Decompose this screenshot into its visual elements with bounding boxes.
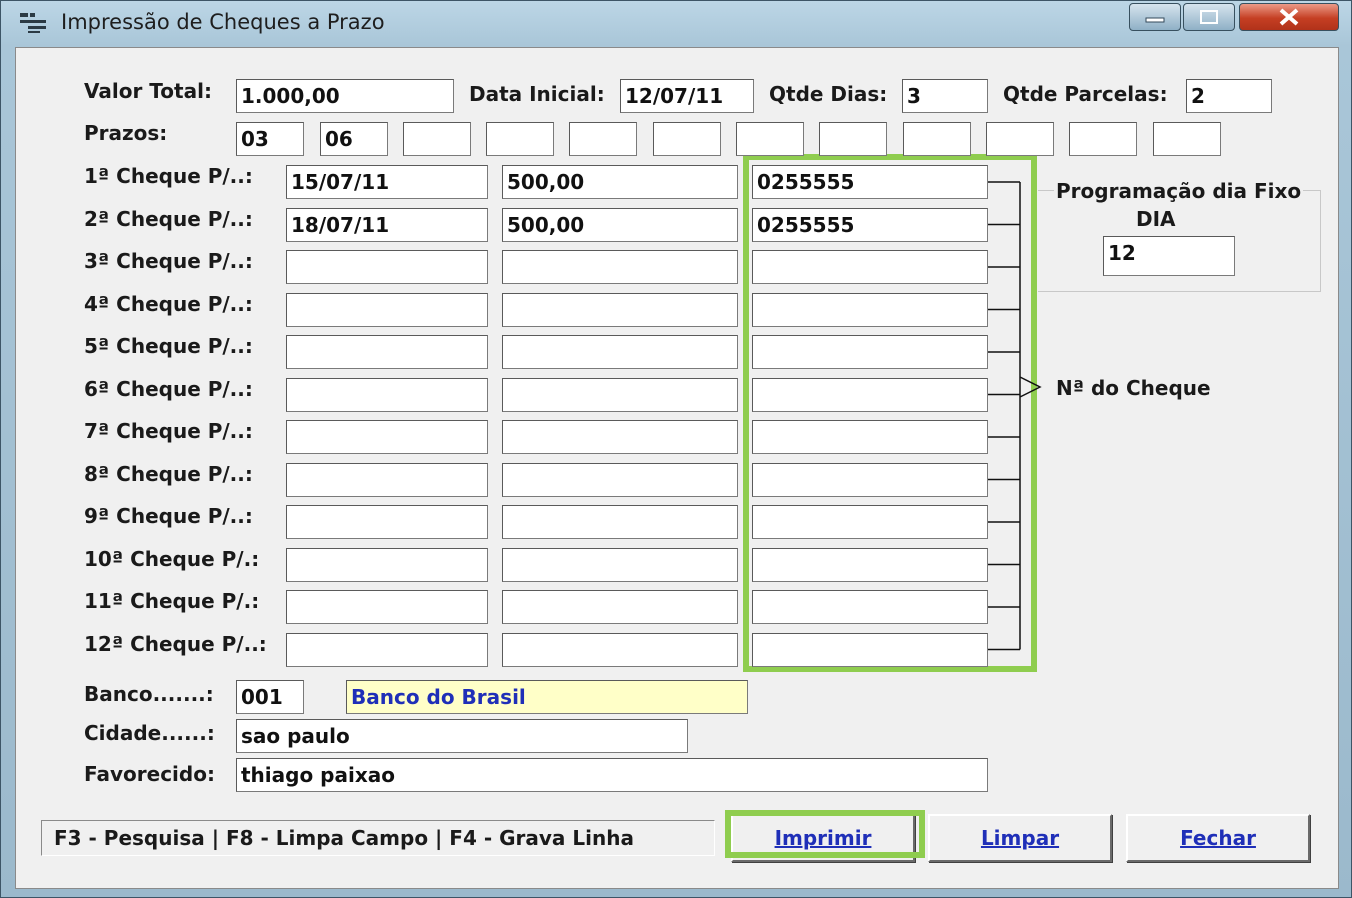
cheque-date-field[interactable] xyxy=(286,462,488,497)
data-inicial-field[interactable]: 12/07/11 xyxy=(620,79,754,113)
favorecido-label: Favorecido: xyxy=(84,762,215,786)
cheque-value-field[interactable] xyxy=(502,335,738,369)
maximize-button[interactable] xyxy=(1183,3,1235,31)
data-inicial-label: Data Inicial: xyxy=(469,82,605,106)
cheque-value-field[interactable]: 500,00 xyxy=(502,207,738,242)
shortcut-status-panel: F3 - Pesquisa | F8 - Limpa Campo | F4 - … xyxy=(41,820,715,856)
cheque-label: 8ª Cheque P/..: xyxy=(84,461,253,486)
cheque-label: 4ª Cheque P/..: xyxy=(84,291,253,316)
cheque-date-field[interactable]: 15/07/11 xyxy=(286,165,488,199)
cheque-number-field[interactable] xyxy=(752,250,988,284)
prazo-field[interactable] xyxy=(819,122,887,156)
valor-total-label: Valor Total: xyxy=(84,79,212,103)
prazo-field[interactable] xyxy=(986,122,1054,156)
cheque-number-field[interactable] xyxy=(752,292,988,327)
cheque-value-field[interactable] xyxy=(502,547,738,582)
dia-field[interactable]: 12 xyxy=(1103,236,1235,276)
cheque-date-field[interactable] xyxy=(286,420,488,454)
cheque-label: 3ª Cheque P/..: xyxy=(84,249,253,273)
cheque-number-field[interactable] xyxy=(752,590,988,624)
cheque-label: 10ª Cheque P/.: xyxy=(84,546,260,571)
prazo-field[interactable]: 06 xyxy=(320,122,388,156)
cheque-date-field[interactable] xyxy=(286,335,488,369)
title-bar[interactable]: Impressão de Cheques a Prazo xyxy=(1,1,1351,47)
cheque-label: 2ª Cheque P/..: xyxy=(84,206,253,231)
cheque-date-field[interactable]: 18/07/11 xyxy=(286,207,488,242)
minimize-button[interactable] xyxy=(1129,3,1181,31)
cheque-value-field[interactable] xyxy=(502,462,738,497)
cheque-number-field[interactable] xyxy=(752,377,988,412)
imprimir-highlight xyxy=(725,810,925,858)
cheque-label: 7ª Cheque P/..: xyxy=(84,419,253,443)
prazo-field[interactable] xyxy=(486,122,554,156)
cheque-value-field[interactable] xyxy=(502,420,738,454)
cheque-date-field[interactable] xyxy=(286,632,488,667)
programacao-title: Programação dia Fixo xyxy=(1054,178,1304,204)
cheque-number-field[interactable] xyxy=(752,335,988,369)
cheque-date-field[interactable] xyxy=(286,377,488,412)
cheque-label: 11ª Cheque P/.: xyxy=(84,589,260,613)
maximize-icon xyxy=(1200,10,1218,24)
cheque-label: 5ª Cheque P/..: xyxy=(84,334,253,358)
cheque-date-field[interactable] xyxy=(286,590,488,624)
cheque-date-field[interactable] xyxy=(286,547,488,582)
window-title: Impressão de Cheques a Prazo xyxy=(61,10,385,34)
qtde-parcelas-field[interactable]: 2 xyxy=(1186,79,1272,113)
qtde-dias-field[interactable]: 3 xyxy=(902,79,988,113)
prazo-field[interactable] xyxy=(403,122,471,156)
cheque-value-field[interactable] xyxy=(502,292,738,327)
limpar-button[interactable]: Limpar xyxy=(928,814,1112,862)
numero-cheque-label: Nª do Cheque xyxy=(1056,376,1211,400)
cheque-number-field[interactable]: 0255555 xyxy=(752,165,988,199)
banco-code-field[interactable]: 001 xyxy=(236,680,304,714)
cheque-number-field[interactable] xyxy=(752,505,988,539)
dia-label: DIA xyxy=(1136,207,1176,231)
favorecido-field[interactable]: thiago paixao xyxy=(236,758,988,792)
cheque-value-field[interactable] xyxy=(502,505,738,539)
prazo-field[interactable] xyxy=(1153,122,1221,156)
shortcut-hints: F3 - Pesquisa | F8 - Limpa Campo | F4 - … xyxy=(54,826,634,850)
cheque-value-field[interactable] xyxy=(502,250,738,284)
cheque-label: 9ª Cheque P/..: xyxy=(84,504,253,528)
fechar-button[interactable]: Fechar xyxy=(1126,814,1310,862)
cheque-number-field[interactable]: 0255555 xyxy=(752,207,988,242)
app-icon xyxy=(20,13,46,33)
prazo-field[interactable] xyxy=(903,122,971,156)
form-client-area: Valor Total: 1.000,00 Data Inicial: 12/0… xyxy=(15,47,1339,889)
prazos-label: Prazos: xyxy=(84,121,168,145)
cheque-date-field[interactable] xyxy=(286,292,488,327)
prazo-field[interactable] xyxy=(653,122,721,156)
cheque-date-field[interactable] xyxy=(286,505,488,539)
qtde-dias-label: Qtde Dias: xyxy=(769,82,888,106)
close-icon xyxy=(1279,8,1299,26)
cheque-value-field[interactable] xyxy=(502,632,738,667)
prazo-field[interactable] xyxy=(1069,122,1137,156)
cheque-label: 12ª Cheque P/..: xyxy=(84,631,267,656)
cheque-label: 6ª Cheque P/..: xyxy=(84,376,253,401)
cheque-value-field[interactable]: 500,00 xyxy=(502,165,738,199)
cheque-number-field[interactable] xyxy=(752,462,988,497)
cheque-number-field[interactable] xyxy=(752,420,988,454)
cheque-date-field[interactable] xyxy=(286,250,488,284)
valor-total-field[interactable]: 1.000,00 xyxy=(236,79,454,113)
prazo-field[interactable] xyxy=(736,122,804,156)
cheque-number-field[interactable] xyxy=(752,632,988,667)
cheque-value-field[interactable] xyxy=(502,377,738,412)
main-window: Impressão de Cheques a Prazo Valor Total… xyxy=(0,0,1352,898)
cidade-field[interactable]: sao paulo xyxy=(236,719,688,753)
banco-name-field: Banco do Brasil xyxy=(346,680,748,714)
qtde-parcelas-label: Qtde Parcelas: xyxy=(1003,82,1168,106)
cidade-label: Cidade......: xyxy=(84,721,215,745)
prazo-field[interactable] xyxy=(569,122,637,156)
banco-label: Banco.......: xyxy=(84,682,214,706)
prazo-field[interactable]: 03 xyxy=(236,122,304,156)
cheque-value-field[interactable] xyxy=(502,590,738,624)
close-button[interactable] xyxy=(1239,3,1339,31)
cheque-label: 1ª Cheque P/..: xyxy=(84,164,253,188)
minimize-icon xyxy=(1145,17,1165,23)
cheque-number-field[interactable] xyxy=(752,547,988,582)
